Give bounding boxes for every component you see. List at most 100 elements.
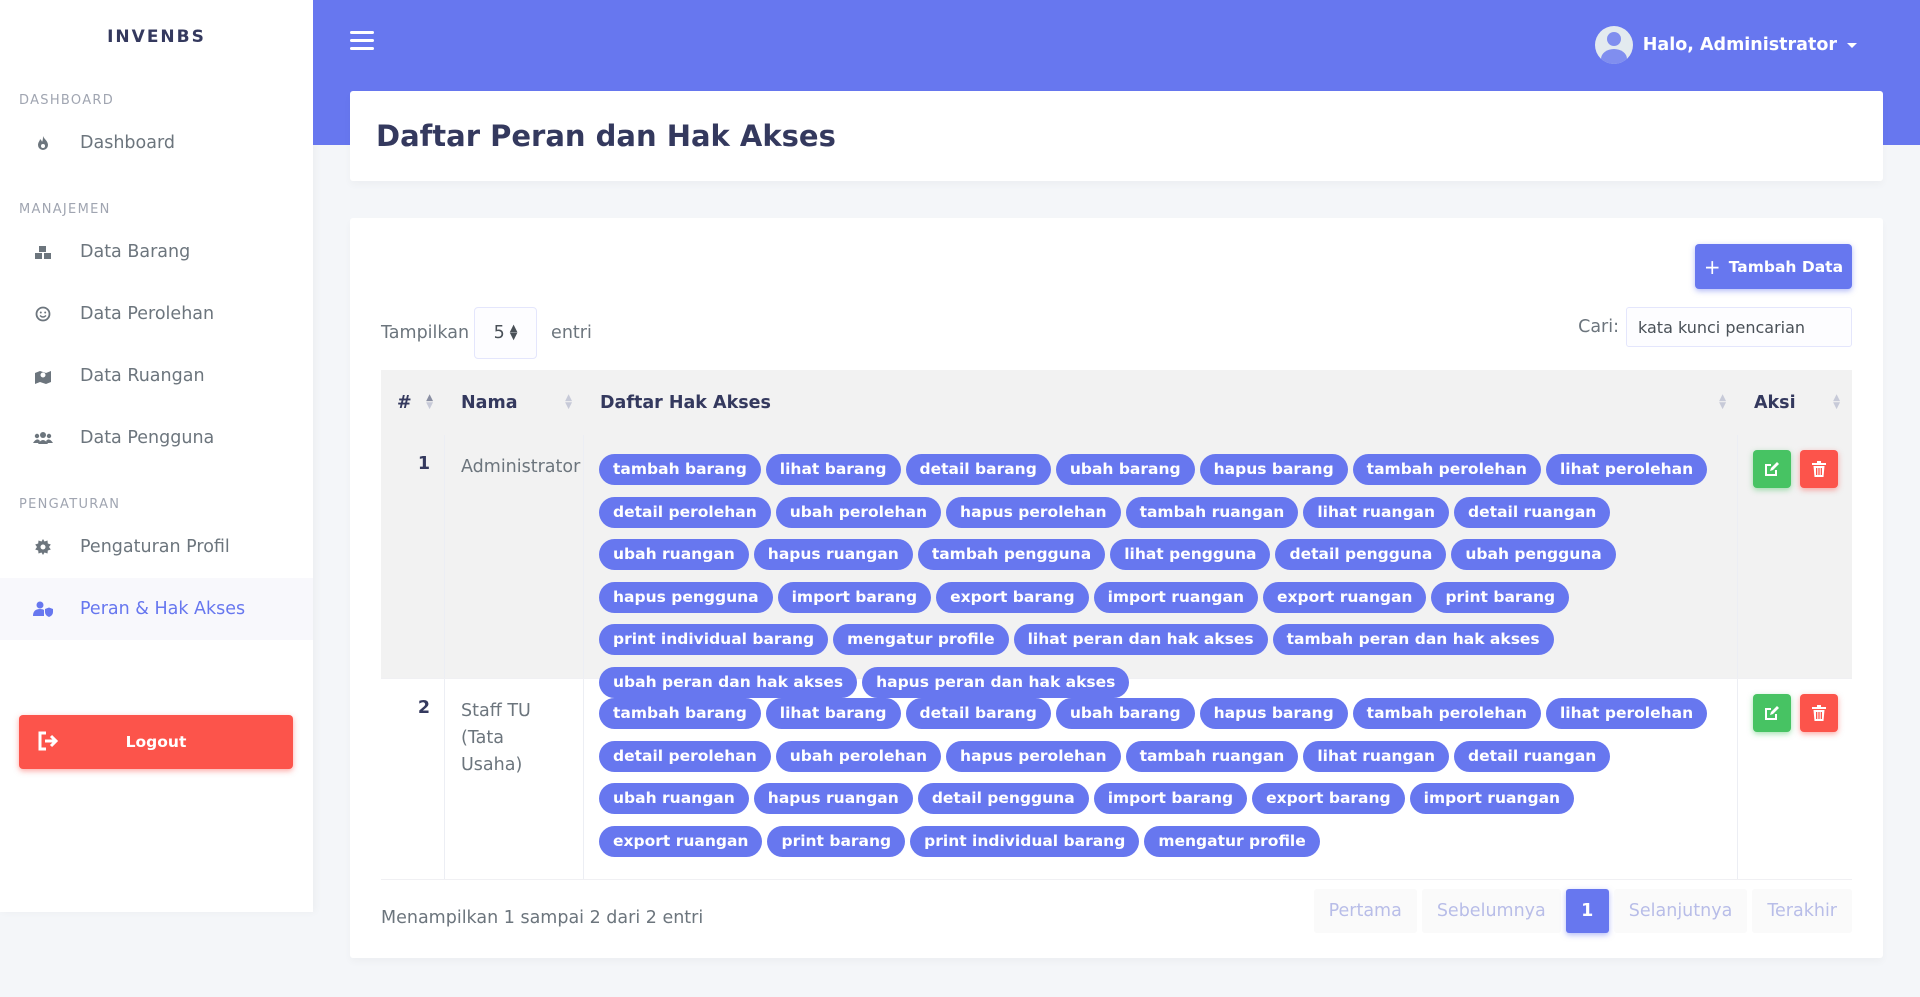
permission-badge: detail barang [905, 454, 1051, 485]
permission-badge: lihat peran dan hak akses [1013, 624, 1268, 655]
permission-badge: ubah perolehan [775, 496, 942, 528]
permission-badge: mengatur profile [1144, 825, 1320, 857]
permission-badge: import ruangan [1409, 783, 1575, 814]
permission-badge: detail ruangan [1454, 496, 1611, 528]
permission-badge: hapus perolehan [946, 496, 1121, 528]
permission-badge: lihat barang [765, 454, 901, 485]
permission-badge: ubah perolehan [775, 740, 942, 772]
sidebar-item-dashboard[interactable]: Dashboard [0, 112, 313, 174]
show-label: Tampilkan [381, 323, 470, 343]
permission-badge: hapus ruangan [753, 783, 913, 814]
table-row: 2 Staff TU (Tata Usaha) tambah barang lih… [381, 679, 1852, 880]
sidebar-item-data-pengguna[interactable]: Data Pengguna [0, 407, 313, 469]
column-header-num[interactable]: # ▲ ▼ [381, 370, 445, 435]
column-header-label: Nama [461, 392, 518, 413]
column-header-actions[interactable]: Aksi ▲ ▼ [1738, 370, 1852, 435]
sort-icon: ▲ ▼ [1833, 393, 1840, 411]
menu-header-dashboard: DASHBOARD [19, 92, 115, 108]
search-input[interactable] [1626, 307, 1852, 347]
sidebar-item-label: Data Barang [80, 242, 191, 262]
sidebar-item-data-ruangan[interactable]: Data Ruangan [0, 345, 313, 407]
sidebar-item-data-perolehan[interactable]: Data Perolehan [0, 283, 313, 345]
permission-badge: lihat ruangan [1303, 740, 1450, 772]
column-header-label: # [397, 392, 412, 413]
page-next-button[interactable]: Selanjutnya [1613, 889, 1748, 933]
sidebar-item-label: Data Ruangan [80, 366, 205, 386]
permission-badge: detail barang [905, 698, 1051, 729]
add-data-label: Tambah Data [1728, 257, 1844, 276]
table-row: 1 Administrator tambah barang lihat baran… [381, 435, 1852, 698]
permission-list: tambah barang lihat barang detail barang ub… [584, 435, 1738, 698]
permission-badge: ubah ruangan [599, 539, 749, 570]
delete-button[interactable] [1800, 694, 1838, 732]
edit-icon [1765, 706, 1779, 720]
permission-badge: detail pengguna [1275, 539, 1447, 570]
roles-card: + Tambah Data Tampilkan 5 ▲ ▼ entri Cari:… [350, 218, 1883, 958]
delete-button[interactable] [1800, 450, 1838, 488]
permission-badge: tambah ruangan [1125, 740, 1299, 772]
cog-icon [32, 536, 54, 558]
menu-toggle-icon[interactable] [350, 31, 374, 55]
brand-logo[interactable]: INVENBS [0, 0, 313, 74]
page-number-button[interactable]: 1 [1565, 889, 1609, 933]
users-icon [32, 427, 54, 449]
permission-badge: export barang [936, 581, 1089, 613]
column-header-perms[interactable]: Daftar Hak Akses ▲ ▼ [584, 370, 1738, 435]
menu-header-pengaturan: PENGATURAN [19, 496, 121, 512]
boxes-icon [32, 241, 54, 263]
permission-badge: hapus pengguna [599, 581, 773, 613]
permission-badge: import barang [1093, 783, 1248, 814]
permission-badge: tambah ruangan [1125, 496, 1299, 528]
row-actions [1738, 435, 1852, 678]
permission-badge: ubah pengguna [1451, 539, 1616, 570]
entries-label: entri [551, 323, 592, 343]
smile-icon [32, 303, 54, 325]
permission-badge: detail perolehan [599, 740, 771, 772]
map-icon [32, 365, 54, 387]
trash-icon [1812, 461, 1826, 477]
role-name: Administrator [445, 435, 584, 678]
sidebar-item-pengaturan-profil[interactable]: Pengaturan Profil [0, 516, 313, 578]
permission-badge: detail perolehan [599, 496, 771, 528]
add-data-button[interactable]: + Tambah Data [1695, 244, 1852, 289]
permission-badge: tambah perolehan [1352, 698, 1541, 729]
permission-badge: export ruangan [599, 825, 763, 857]
permission-badge: import barang [777, 581, 932, 613]
permission-badge: detail ruangan [1454, 740, 1611, 772]
sidebar-item-peran-hak-akses[interactable]: Peran & Hak Akses [0, 578, 313, 640]
edit-button[interactable] [1753, 450, 1791, 488]
permission-badge: tambah barang [599, 454, 761, 485]
column-header-label: Aksi [1754, 392, 1796, 413]
page-prev-button[interactable]: Sebelumnya [1421, 889, 1561, 933]
entries-select-value: 5 [493, 323, 505, 343]
permission-list: tambah barang lihat barang detail barang ub… [584, 679, 1738, 879]
page-last-button[interactable]: Terakhir [1752, 889, 1852, 933]
logout-button[interactable]: Logout [19, 715, 293, 769]
permission-badge: detail pengguna [917, 783, 1089, 814]
sidebar-item-label: Data Pengguna [80, 428, 215, 448]
sort-arrows-icon: ▲ ▼ [509, 323, 518, 342]
permission-badge: mengatur profile [833, 624, 1009, 655]
permission-badge: ubah ruangan [599, 783, 749, 814]
page-title: Daftar Peran dan Hak Akses [376, 119, 836, 153]
sort-asc-icon: ▲ ▼ [426, 393, 433, 411]
entries-select[interactable]: 5 ▲ ▼ [474, 307, 538, 359]
sidebar-item-label: Data Perolehan [80, 304, 215, 324]
user-dropdown[interactable]: Halo, Administrator [1594, 26, 1857, 64]
page-first-button[interactable]: Pertama [1313, 889, 1417, 933]
sidebar-item-label: Peran & Hak Akses [80, 599, 246, 619]
entries-length-control: Tampilkan 5 ▲ ▼ entri [381, 307, 592, 359]
permission-badge: hapus barang [1199, 698, 1348, 729]
sort-icon: ▲ ▼ [1719, 393, 1726, 411]
edit-icon [1765, 462, 1779, 476]
permission-badge: ubah barang [1055, 454, 1195, 485]
permission-badge: tambah perolehan [1352, 454, 1541, 485]
sidebar-item-data-barang[interactable]: Data Barang [0, 221, 313, 283]
column-header-name[interactable]: Nama ▲ ▼ [445, 370, 584, 435]
role-name: Staff TU (Tata Usaha) [445, 679, 584, 879]
edit-button[interactable] [1753, 694, 1791, 732]
avatar [1594, 26, 1633, 64]
permission-badge: lihat perolehan [1545, 698, 1708, 729]
logout-label: Logout [125, 733, 187, 751]
sidebar-item-label: Dashboard [80, 133, 175, 153]
